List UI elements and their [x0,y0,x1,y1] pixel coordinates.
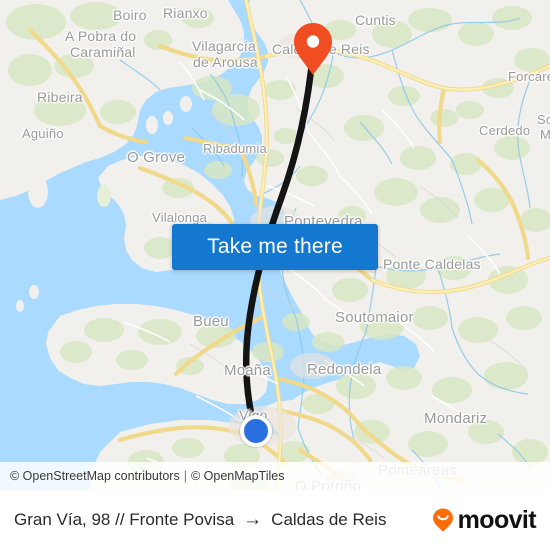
trip-footer: Gran Vía, 98 // Fronte Povisa → Caldas d… [0,490,550,550]
map-result-screen: Boiro Rianxo Cuntis A Pobra do Caramiñal Vila… [0,0,550,550]
map-attribution: © OpenStreetMap contributors | © OpenMap… [0,462,550,490]
attribution-osm[interactable]: © OpenStreetMap contributors [10,469,180,483]
map-canvas[interactable]: Boiro Rianxo Cuntis A Pobra do Caramiñal Vila… [0,0,550,490]
moovit-pin-icon [432,508,453,532]
moovit-logo[interactable]: moovit [430,505,537,535]
take-me-there-label: Take me there [207,235,343,258]
attribution-maptiles[interactable]: © OpenMapTiles [191,469,285,483]
attribution-separator: | [183,469,187,483]
take-me-there-button[interactable]: Take me there [172,224,378,270]
map-pin-icon [294,23,332,75]
moovit-wordmark: moovit [457,505,537,534]
origin-name: Gran Vía, 98 // Fronte Povisa [14,510,235,529]
destination-marker-pin[interactable] [292,22,334,76]
destination-name: Caldas de Reis [271,510,387,529]
arrow-right-icon: → [243,509,263,530]
route-summary: Gran Vía, 98 // Fronte Povisa → Caldas d… [14,509,386,531]
origin-marker-dot[interactable] [240,415,272,447]
